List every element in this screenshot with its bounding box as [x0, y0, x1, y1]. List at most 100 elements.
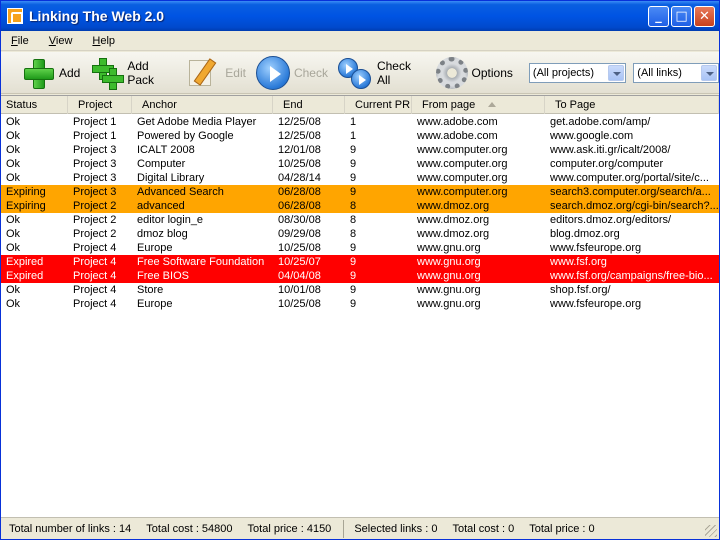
chevron-down-icon[interactable] [701, 64, 718, 81]
cell-to: www.fsf.org/campaigns/free-bio... [550, 270, 713, 282]
cell-to: get.adobe.com/amp/ [550, 116, 651, 128]
table-row[interactable]: Ok Project 3 ICALT 2008 12/01/08 9 www.comput… [1, 143, 719, 157]
table-header: Status Project Anchor End Current PR Fro… [1, 96, 719, 114]
cell-to: blog.dmoz.org [550, 228, 620, 240]
cell-status: Ok [6, 116, 21, 128]
cell-status: Ok [6, 298, 21, 310]
table-row[interactable]: Ok Project 3 Computer 10/25/08 9 www.computer… [1, 157, 719, 171]
column-header-project[interactable]: Project [68, 96, 132, 114]
cell-anchor: Europe [137, 298, 173, 310]
menu-bar: File View Help [1, 31, 719, 51]
add-pack-button[interactable]: Add Pack [90, 55, 177, 91]
table-row[interactable]: Ok Project 1 Powered by Google 12/25/08 1 www… [1, 129, 719, 143]
cell-from: www.adobe.com [417, 130, 498, 142]
cell-anchor: dmoz blog [137, 228, 188, 240]
cell-end: 08/30/08 [278, 214, 321, 226]
total-links: Total number of links : 14 [9, 522, 132, 535]
cell-end: 06/28/08 [278, 186, 321, 198]
edit-icon [187, 56, 221, 90]
app-icon[interactable] [7, 8, 23, 24]
check-all-button[interactable]: Check All [337, 55, 426, 91]
cell-to: editors.dmoz.org/editors/ [550, 214, 672, 226]
cell-pr: 9 [350, 172, 357, 184]
table-body: Ok Project 1 Get Adobe Media Player 12/25/0… [1, 115, 719, 311]
table-row[interactable]: Ok Project 1 Get Adobe Media Player 12/25/0… [1, 115, 719, 129]
cell-anchor: Europe [137, 242, 173, 254]
column-header-from-page[interactable]: From page [412, 96, 545, 114]
cell-project: Project 3 [73, 158, 117, 170]
column-header-current-pr[interactable]: Current PR [345, 96, 412, 114]
cell-to: www.fsf.org [550, 256, 607, 268]
table-row[interactable]: Ok Project 4 Store 10/01/08 9 www.gnu.org shop… [1, 283, 719, 297]
cell-from: www.gnu.org [417, 284, 481, 296]
menu-help[interactable]: Help [82, 35, 125, 47]
menu-view[interactable]: View [39, 35, 83, 47]
add-pack-icon [90, 56, 125, 90]
cell-pr: 9 [350, 144, 357, 156]
table-row[interactable]: Expired Project 4 Free Software Foundation… [1, 255, 719, 269]
cell-from: www.gnu.org [417, 270, 481, 282]
status-bar: Total number of links : 14 Total cost : … [1, 517, 719, 539]
cell-project: Project 3 [73, 186, 117, 198]
cell-end: 12/01/08 [278, 144, 321, 156]
table-row[interactable]: Ok Project 3 Digital Library 04/28/14 9 www.c… [1, 171, 719, 185]
cell-from: www.dmoz.org [417, 228, 490, 240]
title-bar[interactable]: Linking The Web 2.0 _ □ ✕ [1, 1, 719, 31]
column-header-status[interactable]: Status [1, 96, 68, 114]
cell-anchor: Free Software Foundation [137, 256, 265, 268]
cell-pr: 8 [350, 200, 357, 212]
edit-button[interactable]: Edit [187, 55, 246, 91]
cell-end: 06/28/08 [278, 200, 321, 212]
table-row[interactable]: Ok Project 4 Europe 10/25/08 9 www.gnu.org www… [1, 297, 719, 311]
cell-status: Expired [6, 270, 44, 282]
links-table[interactable]: Status Project Anchor End Current PR Fro… [1, 95, 719, 517]
cell-end: 12/25/08 [278, 130, 321, 142]
maximize-button[interactable]: □ [671, 6, 692, 27]
close-button[interactable]: ✕ [694, 6, 715, 27]
column-header-end[interactable]: End [273, 96, 345, 114]
cell-project: Project 2 [73, 214, 117, 226]
cell-anchor: Advanced Search [137, 186, 224, 198]
table-row[interactable]: Ok Project 2 dmoz blog 09/29/08 8 www.dmoz.or… [1, 227, 719, 241]
projects-filter-select[interactable]: (All projects) [528, 62, 627, 83]
cell-status: Ok [6, 172, 21, 184]
chevron-down-icon[interactable] [608, 64, 625, 81]
table-row[interactable]: Ok Project 2 editor login_e 08/30/08 8 www.dm… [1, 213, 719, 227]
menu-file[interactable]: File [1, 35, 39, 47]
links-filter-select[interactable]: (All links) [633, 62, 719, 83]
cell-from: www.gnu.org [417, 256, 481, 268]
cell-from: www.gnu.org [417, 242, 481, 254]
table-row[interactable]: Expiring Project 2 advanced 06/28/08 8 www.dm… [1, 199, 719, 213]
cell-project: Project 4 [73, 298, 117, 310]
cell-project: Project 2 [73, 228, 117, 240]
cell-pr: 9 [350, 186, 357, 198]
table-row[interactable]: Ok Project 4 Europe 10/25/08 9 www.gnu.org www… [1, 241, 719, 255]
cell-pr: 9 [350, 298, 357, 310]
table-row[interactable]: Expired Project 4 Free BIOS 04/04/08 9 www.gn… [1, 269, 719, 283]
cell-end: 10/25/07 [278, 256, 321, 268]
cell-pr: 1 [350, 116, 357, 128]
selected-cost: Total cost : 0 [452, 522, 515, 535]
column-header-anchor[interactable]: Anchor [132, 96, 273, 114]
cell-pr: 9 [350, 284, 357, 296]
resize-grip[interactable] [705, 525, 717, 537]
column-header-to-page[interactable]: To Page [545, 96, 719, 114]
cell-status: Ok [6, 228, 21, 240]
options-button[interactable]: Options [435, 55, 513, 91]
cell-end: 04/28/14 [278, 172, 321, 184]
cell-to: www.fsfeurope.org [550, 242, 642, 254]
cell-to: www.computer.org/portal/site/c... [550, 172, 709, 184]
check-button[interactable]: Check [255, 55, 328, 91]
sort-ascending-icon [488, 102, 496, 107]
cell-project: Project 4 [73, 256, 117, 268]
cell-pr: 8 [350, 228, 357, 240]
cell-status: Expired [6, 256, 44, 268]
cell-status: Expiring [6, 200, 46, 212]
table-row[interactable]: Expiring Project 3 Advanced Search 06/28/08… [1, 185, 719, 199]
cell-project: Project 1 [73, 116, 117, 128]
add-button[interactable]: Add [21, 55, 80, 91]
cell-to: search.dmoz.org/cgi-bin/search?... [550, 200, 719, 212]
cell-from: www.dmoz.org [417, 214, 490, 226]
minimize-button[interactable]: _ [648, 6, 669, 27]
gear-icon [435, 56, 468, 89]
